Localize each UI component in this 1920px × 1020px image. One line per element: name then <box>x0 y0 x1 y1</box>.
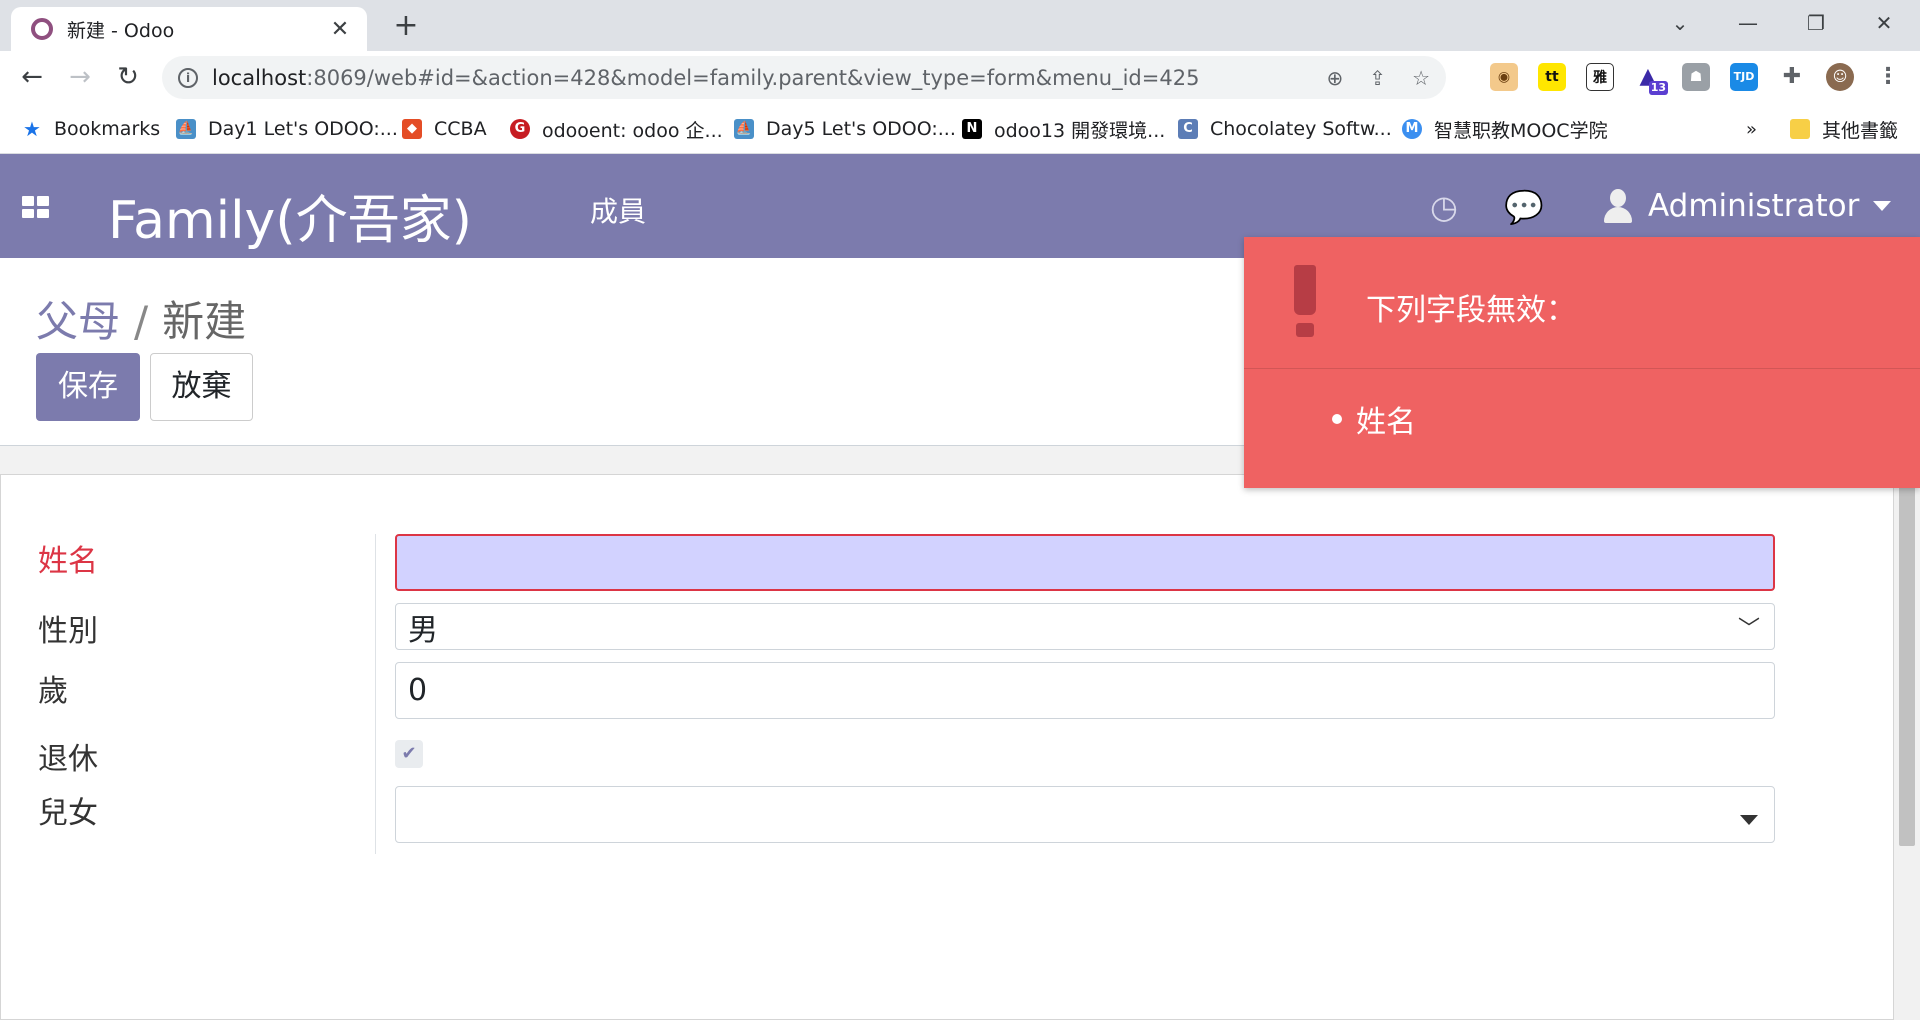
back-button[interactable]: ← <box>14 59 50 95</box>
extensions-puzzle-icon[interactable]: ✚ <box>1778 63 1806 91</box>
app-brand[interactable]: Family(介吾家) <box>108 178 472 253</box>
label-children: 兒女 <box>38 796 98 831</box>
label-retired: 退休 <box>38 742 98 777</box>
other-bookmarks-folder[interactable]: 其他書籤 <box>1790 115 1898 143</box>
share-icon[interactable]: ⇪ <box>1369 66 1386 90</box>
url-text[interactable]: localhost:8069/web#id=&action=428&model=… <box>212 66 1301 90</box>
more-bookmarks-icon[interactable]: » <box>1746 115 1757 143</box>
breadcrumb-separator: / <box>134 297 149 346</box>
breadcrumb-parents[interactable]: 父母 <box>36 297 120 346</box>
site-info-icon[interactable]: i <box>178 67 198 88</box>
save-button[interactable]: 保存 <box>36 353 140 421</box>
address-bar[interactable]: i localhost:8069/web#id=&action=428&mode… <box>162 56 1446 99</box>
gender-select[interactable]: 男 ﹀ <box>395 603 1775 650</box>
tab-search-icon[interactable]: ⌄ <box>1656 6 1704 40</box>
browser-toolbar: ← → ↻ i localhost:8069/web#id=&action=42… <box>0 51 1920 103</box>
activity-clock-icon[interactable]: ◷ <box>1430 188 1458 226</box>
scrollbar-thumb[interactable] <box>1899 486 1915 846</box>
invalid-field-name: 姓名 <box>1356 405 1416 440</box>
bookmark-item[interactable]: ⛵ Day5 Let's ODOO:... <box>734 115 956 143</box>
new-tab-button[interactable]: + <box>388 8 424 44</box>
name-field[interactable] <box>395 534 1775 591</box>
bookmark-item[interactable]: Godooent: odoo 企... <box>510 115 723 143</box>
notion-icon: N <box>962 119 982 139</box>
extension-tt-icon[interactable]: tt <box>1538 63 1566 91</box>
ithome-icon: ⛵ <box>734 119 754 139</box>
scrollbar[interactable] <box>1894 446 1920 1020</box>
caret-down-icon <box>1873 201 1892 211</box>
bookmark-item[interactable]: ★ Bookmarks <box>22 115 160 143</box>
children-many2one[interactable] <box>395 786 1775 843</box>
caret-down-icon[interactable] <box>1740 815 1758 825</box>
extension-monkey-icon[interactable]: ◉ <box>1490 63 1518 91</box>
folder-icon <box>1790 119 1810 139</box>
ithome-icon: ⛵ <box>176 119 196 139</box>
extension-graduation-icon[interactable]: ▲ 13 <box>1634 63 1668 95</box>
zoom-icon[interactable]: ⊕ <box>1327 66 1344 90</box>
bullet-icon <box>1332 414 1342 424</box>
browser-menu-icon[interactable]: ⋮ <box>1874 63 1902 91</box>
browser-tab[interactable]: 新建 - Odoo ✕ <box>11 7 367 51</box>
ccba-icon: ◆ <box>402 119 422 139</box>
star-icon: ★ <box>23 117 41 141</box>
invalid-fields-notification: 下列字段無效： 姓名 <box>1244 237 1920 488</box>
exclamation-icon <box>1294 265 1316 337</box>
bookmark-item[interactable]: C Chocolatey Softw... <box>1178 115 1392 143</box>
breadcrumb-current: 新建 <box>162 297 247 346</box>
odoo-favicon-icon <box>31 18 53 40</box>
label-gender: 性別 <box>38 614 98 649</box>
chevron-down-icon: ﹀ <box>1737 616 1760 642</box>
chocolatey-icon: C <box>1178 119 1198 139</box>
form-divider <box>375 534 376 854</box>
label-age: 歲 <box>38 674 68 709</box>
minimize-button[interactable]: — <box>1724 6 1772 40</box>
restore-button[interactable]: ❐ <box>1792 6 1840 40</box>
close-window-button[interactable]: ✕ <box>1860 6 1908 40</box>
notification-title: 下列字段無效： <box>1366 293 1576 328</box>
extension-profile-icon[interactable]: ☗ <box>1682 63 1710 91</box>
reload-button[interactable]: ↻ <box>110 59 146 95</box>
label-name: 姓名 <box>38 544 98 579</box>
bookmark-item[interactable]: ◆ CCBA <box>402 115 487 143</box>
gender-value: 男 <box>408 612 438 648</box>
discard-button[interactable]: 放棄 <box>150 353 253 421</box>
close-tab-icon[interactable]: ✕ <box>327 17 353 42</box>
user-avatar-icon <box>1604 189 1632 223</box>
apps-menu-icon[interactable] <box>22 196 50 218</box>
breadcrumb: 父母 / 新建 <box>36 288 246 349</box>
notification-header: 下列字段無效： <box>1244 237 1920 369</box>
bookmark-item[interactable]: M 智慧职教MOOC学院 <box>1402 115 1608 143</box>
bookmark-item[interactable]: ⛵ Day1 Let's ODOO:... <box>176 115 398 143</box>
gitee-icon: G <box>510 119 530 139</box>
bookmarks-bar: ★ Bookmarks ⛵ Day1 Let's ODOO:... ◆ CCBA Go… <box>0 103 1920 154</box>
tab-title: 新建 - Odoo <box>67 19 175 42</box>
chat-bubbles-icon[interactable]: 💬 <box>1504 188 1544 226</box>
age-field[interactable]: 0 <box>395 662 1775 719</box>
forward-button[interactable]: → <box>62 59 98 95</box>
extension-ya-icon[interactable]: 雅 <box>1586 63 1614 91</box>
retired-checkbox[interactable]: ✔ <box>395 740 423 768</box>
menu-members[interactable]: 成員 <box>590 190 646 230</box>
user-menu[interactable]: Administrator <box>1604 188 1892 224</box>
browser-tabstrip: 新建 - Odoo ✕ + ⌄ — ❐ ✕ <box>0 0 1920 51</box>
bookmark-item[interactable]: Nodoo13 開發環境... <box>962 115 1165 143</box>
invalid-field-item: 姓名 <box>1332 397 1416 441</box>
extension-tjd-icon[interactable]: TJD <box>1730 63 1758 91</box>
bookmark-star-icon[interactable]: ☆ <box>1412 66 1430 90</box>
user-name: Administrator <box>1648 188 1860 224</box>
mooc-icon: M <box>1402 119 1422 139</box>
profile-avatar[interactable]: ☺ <box>1826 63 1854 91</box>
